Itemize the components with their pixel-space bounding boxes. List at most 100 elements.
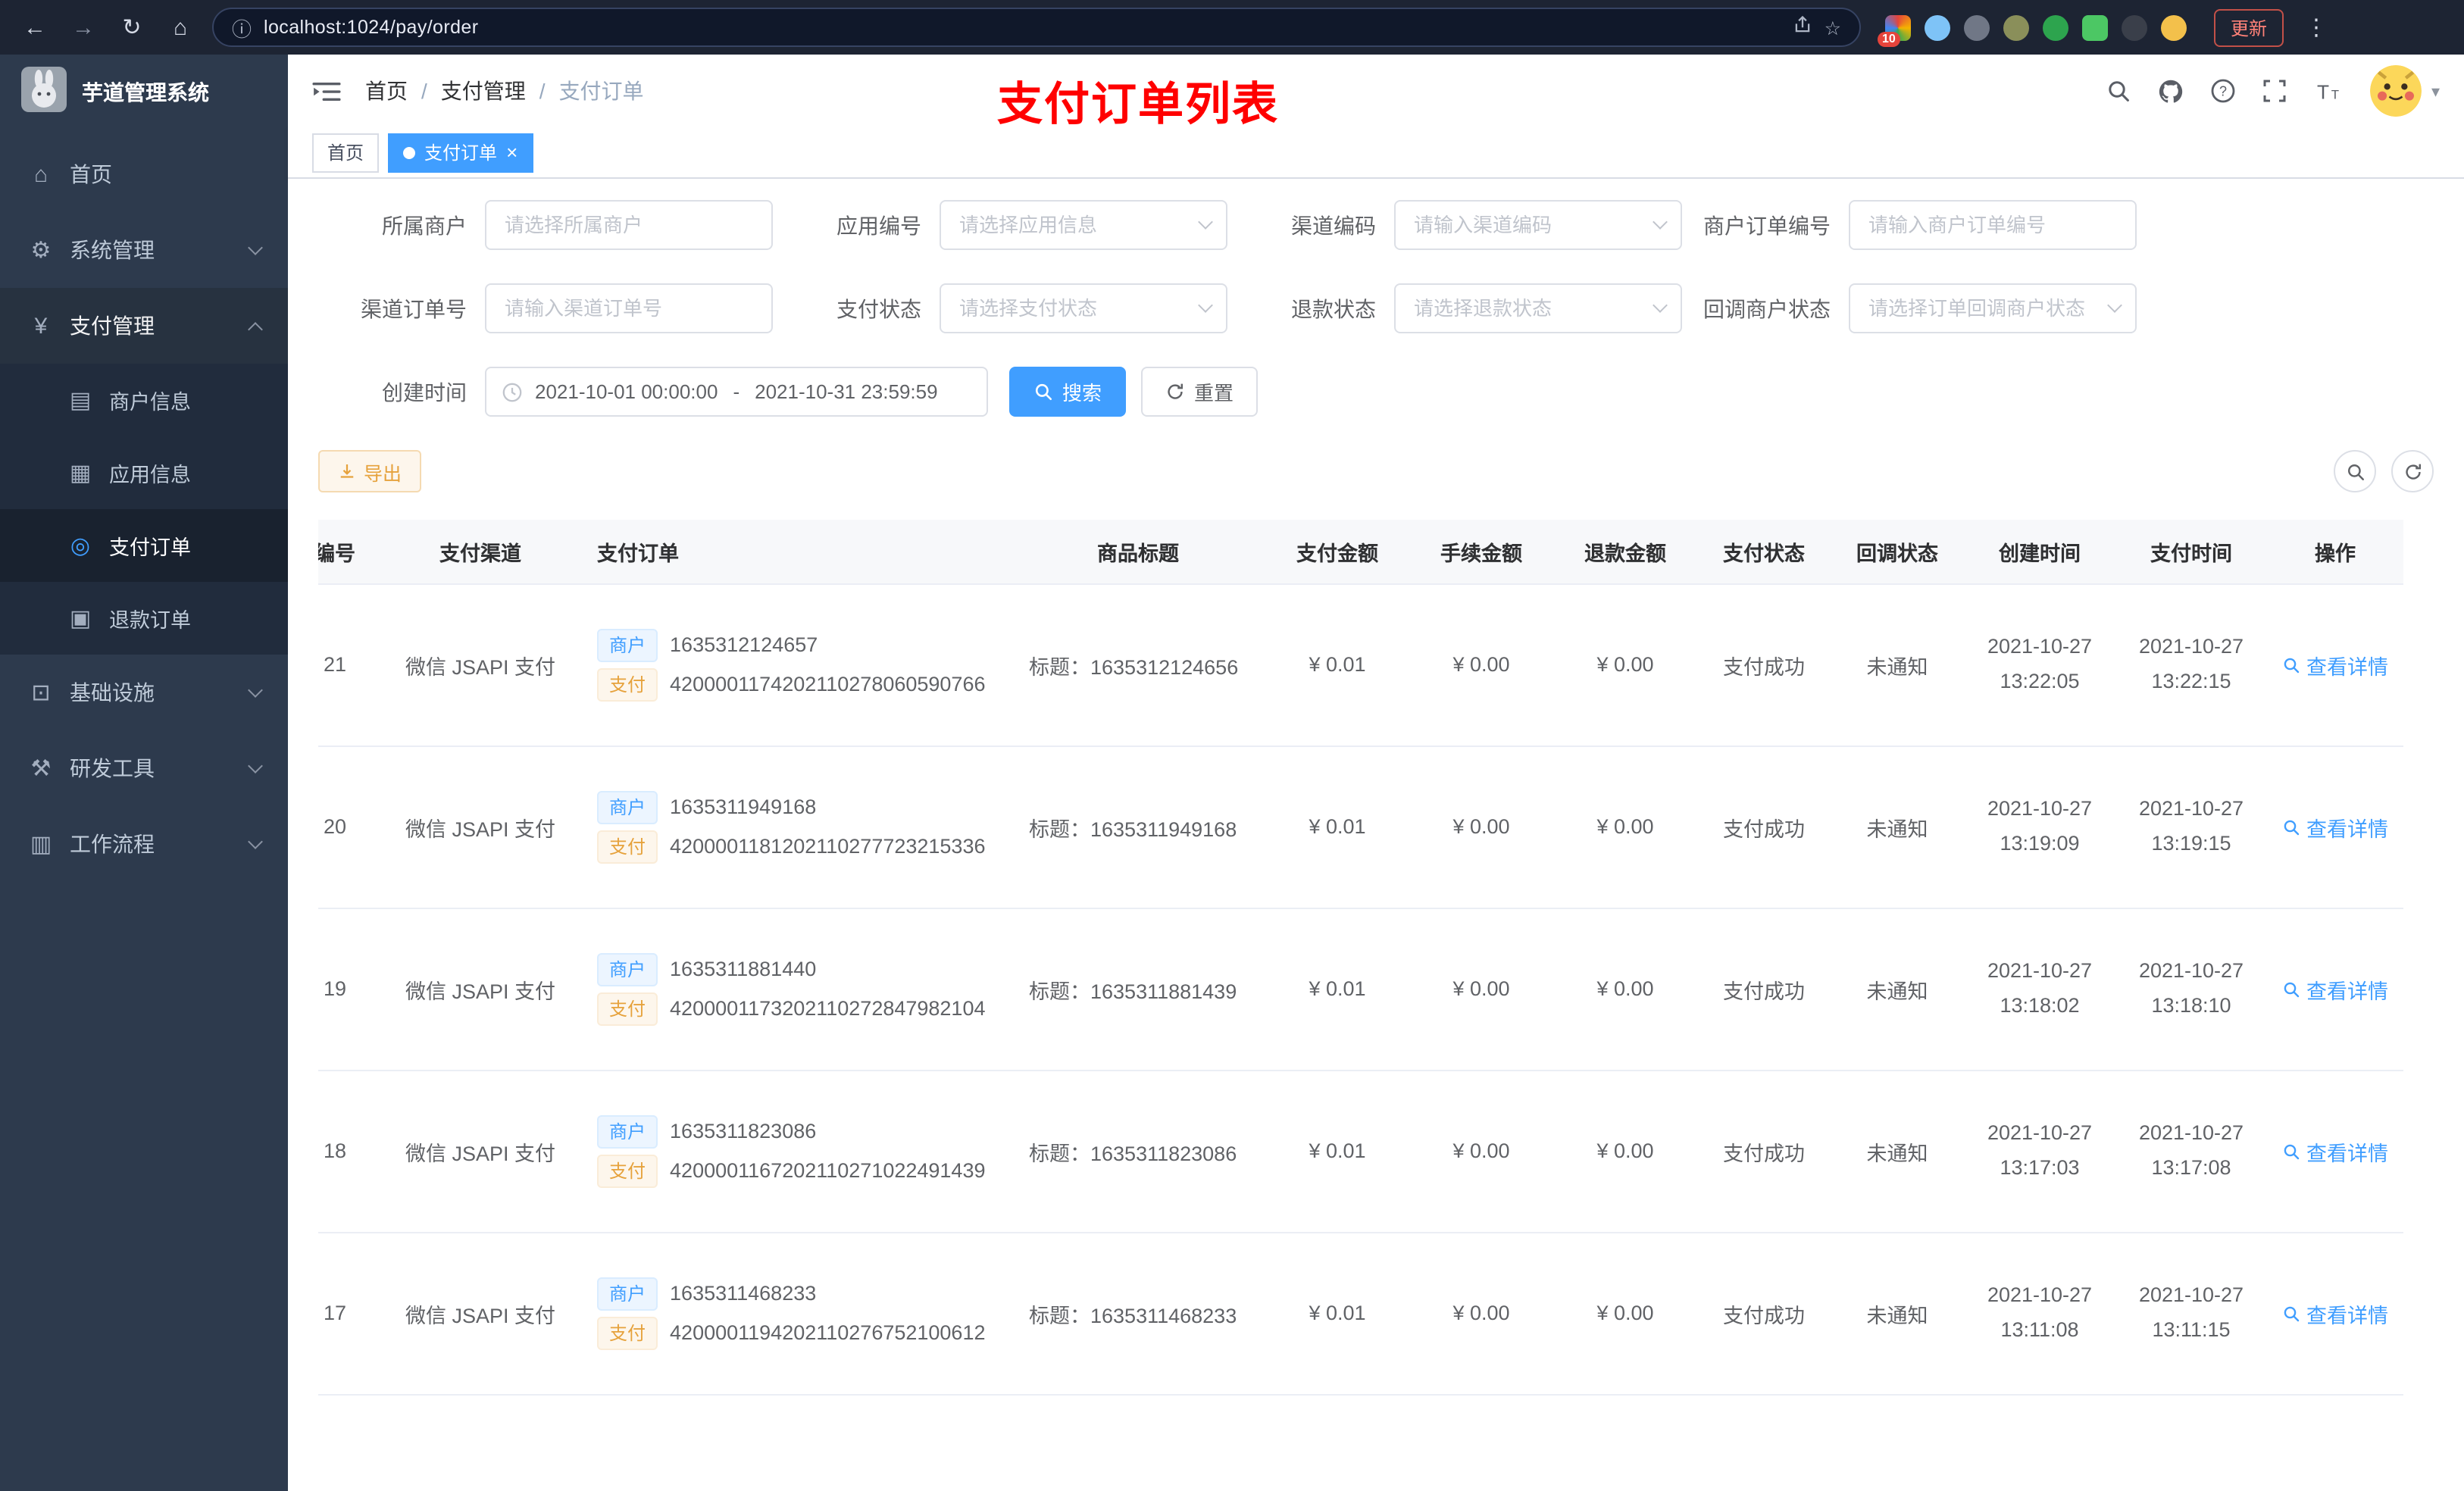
collapse-sidebar-icon[interactable] [312,80,341,102]
cell-title: 标题：1635311881439 [1011,908,1265,1071]
extension-icon[interactable] [2161,14,2187,40]
reset-button[interactable]: 重置 [1141,367,1259,417]
sidebar-menu-item[interactable]: ▣ 退款订单 [0,582,288,655]
date-end[interactable]: 2021-10-31 23:59:59 [755,380,937,403]
browser-update-button[interactable]: 更新 [2214,8,2284,46]
sidebar-menu-item[interactable]: ▥ 工作流程 [0,806,288,882]
site-info-icon[interactable]: ⓘ [232,13,252,42]
back-icon[interactable]: ← [18,14,52,40]
cell-amount: ¥ 0.01 [1265,1232,1409,1395]
table-toolbar: 导出 [318,450,2434,492]
extension-icon[interactable]: 10 [1878,14,1911,46]
filter-input[interactable] [1849,200,2137,250]
view-detail-link[interactable]: 查看详情 [2282,649,2388,680]
font-size-icon[interactable]: TT [2315,80,2344,102]
app-header: 首页 / 支付管理 / 支付订单 支付订单列表 ? T T ▾ [288,55,2464,130]
cell-amount: ¥ 0.01 [1265,1070,1409,1233]
breadcrumb-item[interactable]: 首页 [365,76,408,106]
date-range-picker[interactable]: 2021-10-01 00:00:00 - 2021-10-31 23:59:5… [485,367,988,417]
extension-icon[interactable] [2082,14,2108,40]
export-button[interactable]: 导出 [318,450,422,492]
filter-input[interactable] [1849,283,2137,333]
view-detail-link[interactable]: 查看详情 [2282,974,2388,1004]
filter-input[interactable] [1394,200,1682,250]
view-detail-link[interactable]: 查看详情 [2282,811,2388,842]
sidebar-menu-item[interactable]: ⚙ 系统管理 [0,212,288,288]
tags-view-bar: 首页 × 支付订单 × [288,127,2464,179]
cell-create-time [1964,1394,2115,1436]
menu-item-label: 研发工具 [70,756,155,780]
avatar[interactable] [2370,65,2422,117]
close-tab-icon[interactable]: × [506,142,518,162]
column-header: 编号 [318,520,382,584]
sidebar-menu-item[interactable]: ⚒ 研发工具 [0,730,288,806]
extension-icon[interactable] [2122,14,2147,40]
extension-icon[interactable] [2043,14,2068,40]
cell-pay-time [2115,1394,2267,1436]
filter-input[interactable] [485,200,773,250]
sidebar-menu-item[interactable]: ⊡ 基础设施 [0,655,288,730]
cell-refund: ¥ 0.00 [1553,1232,1697,1395]
cell-notify [1831,1394,1964,1436]
sidebar-menu-item[interactable]: ¥ 支付管理 [0,288,288,364]
forward-icon[interactable]: → [67,14,100,40]
cell-channel [382,1394,579,1436]
browser-menu-icon[interactable]: ⋮ [2305,14,2328,41]
pay-order-no: 4200001167202110271022491439 [670,1159,986,1182]
workflow-icon: ▥ [30,832,52,858]
menu-item-label: 支付订单 [109,536,191,559]
sidebar-menu-item[interactable]: ◎ 支付订单 [0,509,288,582]
cell-create-time: 2021-10-27 13:17:03 [1964,1070,2115,1233]
search-icon[interactable] [2107,79,2131,103]
refresh-button[interactable] [2391,450,2434,492]
cell-status: 支付成功 [1697,908,1831,1071]
help-icon[interactable]: ? [2212,79,2236,103]
filter-input[interactable] [940,283,1227,333]
extension-icon[interactable] [1925,14,1950,40]
search-button[interactable]: 搜索 [1009,367,1127,417]
address-bar[interactable]: ⓘ localhost:1024/pay/order ☆ [212,8,1861,47]
home-icon[interactable]: ⌂ [164,14,197,40]
caret-down-icon[interactable]: ▾ [2431,81,2440,101]
view-detail-link[interactable]: 查看详情 [2282,1136,2388,1166]
table-row: 21 微信 JSAPI 支付 商户 1635312124657 支付 42000… [318,583,2403,746]
bookmark-star-icon[interactable]: ☆ [1825,16,1841,39]
sidebar-menu-item[interactable]: ⌂ 首页 [0,136,288,212]
filter-input[interactable] [1394,283,1682,333]
filter-item: 回调商户状态 [1682,283,2137,333]
clock-icon [502,381,523,402]
view-tab[interactable]: 支付订单 × [388,133,533,172]
extension-icon[interactable] [1964,14,1990,40]
filter-input[interactable] [485,283,773,333]
cell-action: 查看详情 [2267,908,2403,1071]
toggle-search-button[interactable] [2334,450,2376,492]
chevron-icon [248,321,263,336]
share-icon[interactable] [1793,15,1812,39]
cell-pay-time: 2021-10-27 13:19:15 [2115,746,2267,908]
view-tab[interactable]: 首页 × [312,133,380,172]
fullscreen-icon[interactable] [2263,79,2287,103]
user-menu[interactable]: ▾ [2370,65,2440,117]
cell-notify: 未通知 [1831,1232,1964,1395]
pay-order-no: 4200001194202110276752100612 [670,1321,986,1344]
gear-icon: ⚙ [30,238,52,264]
breadcrumb-item[interactable]: 支付管理 [441,76,526,106]
reload-icon[interactable]: ↻ [115,14,149,41]
table-body: 21 微信 JSAPI 支付 商户 1635312124657 支付 42000… [318,583,2403,1436]
url-text[interactable]: localhost:1024/pay/order [264,17,1781,38]
filter-item: 渠道编码 [1227,200,1682,250]
cell-title: 标题：1635311823086 [1011,1070,1265,1233]
column-header: 支付状态 [1697,520,1831,584]
column-header: 商品标题 [1011,520,1265,584]
cell-title: 标题：1635311468233 [1011,1232,1265,1395]
column-header: 支付渠道 [382,520,579,584]
sidebar-menu-item[interactable]: ▦ 应用信息 [0,436,288,509]
extension-icon[interactable] [2003,14,2029,40]
page-title-annotation: 支付订单列表 [997,80,1279,130]
date-start[interactable]: 2021-10-01 00:00:00 [535,380,718,403]
sidebar-menu-item[interactable]: ▤ 商户信息 [0,364,288,436]
github-icon[interactable] [2159,78,2184,104]
breadcrumb-item[interactable]: 支付订单 [559,76,644,106]
view-detail-link[interactable]: 查看详情 [2282,1298,2388,1328]
filter-input[interactable] [940,200,1227,250]
